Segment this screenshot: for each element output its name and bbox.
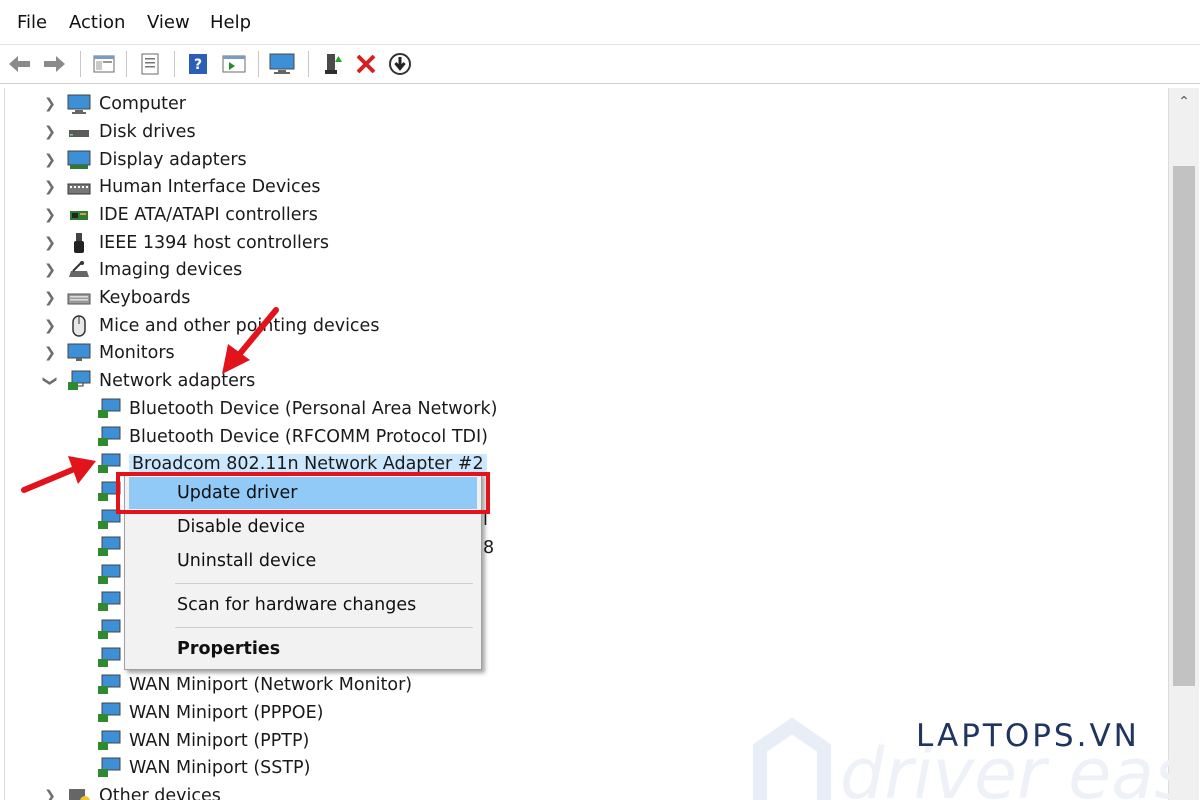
red-arrow-icon	[21, 456, 96, 493]
laptops-vn-watermark: LAPTOPS.VN	[916, 718, 1140, 754]
red-arrow-icon	[222, 307, 279, 374]
annotation-arrows	[21, 307, 279, 493]
